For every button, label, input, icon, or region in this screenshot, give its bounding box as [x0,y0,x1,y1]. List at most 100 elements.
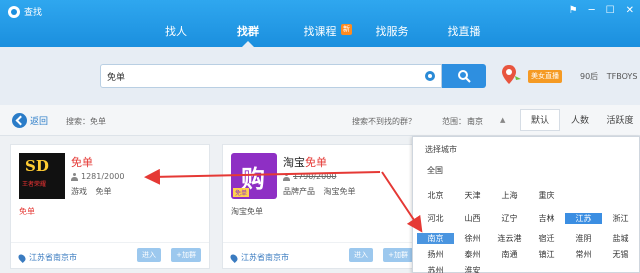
location-text: 江苏省南京市 [29,253,77,262]
join-group-button[interactable]: +加群 [171,248,201,262]
search-icon [458,70,471,83]
tab-find-services[interactable]: 找服务 [356,22,428,47]
group-tag: 免单 [95,187,112,196]
tab-find-courses[interactable]: 找课程新 [284,22,356,47]
location-pin-icon[interactable] [500,63,522,87]
city-option-nationwide[interactable]: 全国 [427,165,443,176]
city-option[interactable]: 上海 [491,190,528,201]
clear-search-icon[interactable] [425,71,435,81]
join-group-button[interactable]: +加群 [383,248,413,262]
tab-find-live[interactable]: 找直播 [428,22,500,47]
live-stream-badge[interactable]: 美女直播 [528,70,562,83]
app-title-text: 查找 [24,8,43,18]
city-option[interactable]: 淮安 [454,265,491,273]
chevron-up-icon[interactable]: ▲ [500,116,505,124]
not-found-link[interactable]: 搜索不到找的群？ [352,116,416,127]
group-location: 江苏省南京市 [17,252,77,263]
new-badge: 新 [341,24,352,35]
minimize-icon[interactable]: ─ [589,5,595,16]
city-option[interactable]: 河北 [417,213,454,224]
city-option[interactable]: 南京 [417,232,454,244]
city-option[interactable]: 山西 [454,213,491,224]
enter-group-button[interactable]: 进入 [137,248,161,262]
search-keyword-label: 搜索：免单 [66,117,106,126]
city-option[interactable]: 北京 [417,190,454,201]
sort-activity[interactable]: 活跃度 [600,109,640,131]
card-footer: 江苏省南京市 进入 +加群 [223,242,421,268]
app-title: 查找 [8,5,42,18]
group-name[interactable]: 淘宝免单 [283,154,327,170]
group-description: 淘宝免单 [231,207,263,216]
group-avatar[interactable]: SD 王者荣耀 [19,153,65,199]
city-option[interactable]: 辽宁 [491,213,528,224]
search-input[interactable] [107,68,407,84]
search-box [100,64,442,88]
person-icon [283,172,290,181]
tab-label: 找服务 [375,25,409,38]
card-footer: 江苏省南京市 进入 +加群 [11,242,209,268]
city-option[interactable]: 盐城 [602,233,639,244]
city-option[interactable]: 无锡 [602,249,639,260]
city-option[interactable]: 吉林 [528,213,565,224]
tab-label: 找课程 [303,25,337,38]
city-picker-panel: 选择城市 全国 北京 天津 上海 重庆 河北 山西 辽宁 吉林 江苏 浙江 南京 徐州 连云港 宿迁 淮阴盐… [412,136,640,273]
tab-label: 找直播 [447,25,481,38]
tab-find-groups[interactable]: 找群 [212,22,284,47]
back-button[interactable]: 返回 [12,113,48,128]
group-avatar[interactable]: 购 免单 [231,153,277,199]
group-card[interactable]: 购 免单 淘宝免单 1790/2000 品牌产品 淘宝免单 淘宝免单 江苏省南京… [222,144,422,269]
city-option[interactable]: 徐州 [454,233,491,244]
city-row: 南京 徐州 连云港 宿迁 淮阴 盐城 [417,230,639,246]
sort-default[interactable]: 默认 [520,109,560,131]
city-option[interactable]: 连云港 [491,233,528,244]
tab-find-people[interactable]: 找人 [140,22,212,47]
city-option[interactable]: 重庆 [528,190,565,201]
city-row: 河北 山西 辽宁 吉林 江苏 浙江 [417,207,639,230]
title-bar: 查找 ⚑ ─ ☐ ✕ 找人 找群 找课程新 找服务 找直播 [0,0,640,47]
city-row: 扬州 泰州 南通 镇江 常州 无锡 [417,246,639,262]
hot-keyword[interactable]: 90后 [580,72,598,81]
city-option[interactable]: 扬州 [417,249,454,260]
city-option[interactable]: 宿迁 [528,233,565,244]
member-count-text: 1281/2000 [81,172,125,181]
group-description: 免单 [19,207,35,216]
member-count: 1281/2000 [71,172,124,181]
group-tag: 淘宝免单 [323,187,356,196]
city-option[interactable]: 常州 [565,249,602,260]
sort-members[interactable]: 人数 [560,109,600,131]
city-row: 苏州 淮安 [417,262,639,273]
member-count-text: 1790/2000 [293,172,337,181]
group-tag: 品牌产品 [283,187,315,196]
pin-window-icon[interactable]: ⚑ [569,5,578,16]
enter-group-button[interactable]: 进入 [349,248,373,262]
hot-keywords: 90后 TFBOYS [580,71,640,82]
search-button[interactable] [442,64,486,88]
member-count: 1790/2000 [283,172,336,181]
city-picker-title: 选择城市 [425,145,457,154]
city-option[interactable]: 南通 [491,249,528,260]
search-area: 美女直播 90后 TFBOYS [0,47,640,105]
back-label: 返回 [30,117,49,127]
city-option[interactable]: 天津 [454,190,491,201]
city-option[interactable]: 江苏 [565,213,602,224]
group-tags: 游戏 免单 [71,186,118,197]
city-option[interactable]: 泰州 [454,249,491,260]
location-icon [229,252,239,263]
hot-keyword[interactable]: TFBOYS [607,72,638,81]
city-option[interactable]: 苏州 [417,265,454,273]
group-card[interactable]: SD 王者荣耀 免单 1281/2000 游戏 免单 免单 江苏省南京市 进入 … [10,144,210,269]
location-icon [17,252,27,263]
range-select[interactable]: 南京 [467,116,483,127]
city-option[interactable]: 镇江 [528,249,565,260]
group-name-prefix: 淘宝 [283,156,305,169]
close-icon[interactable]: ✕ [626,5,634,16]
group-name[interactable]: 免单 [71,154,93,170]
tab-label: 找人 [165,25,187,38]
person-icon [71,172,78,181]
maximize-icon[interactable]: ☐ [606,5,615,16]
city-option[interactable]: 淮阴 [565,233,602,244]
group-location: 江苏省南京市 [229,252,289,263]
city-grid: 北京 天津 上海 重庆 河北 山西 辽宁 吉林 江苏 浙江 南京 徐州 连云港 宿迁 淮阴 盐城 扬州 泰州 南通镇… [417,184,639,273]
city-option[interactable]: 浙江 [602,213,639,224]
city-row: 北京 天津 上海 重庆 [417,184,639,207]
